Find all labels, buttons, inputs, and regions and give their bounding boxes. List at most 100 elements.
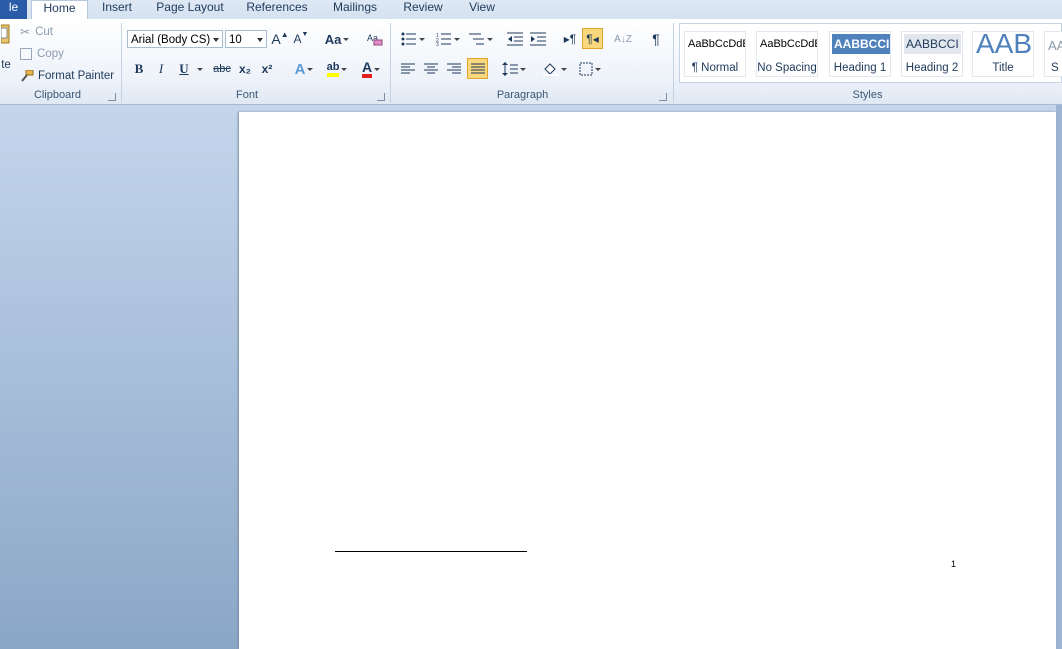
pilcrow-icon: ¶ [652, 31, 660, 47]
paragraph-launcher[interactable] [659, 93, 667, 101]
change-case-button[interactable]: Aa [322, 29, 352, 49]
paint-bucket-icon [543, 63, 559, 76]
strikethrough-button[interactable]: abc [210, 59, 234, 79]
style-heading-2[interactable]: AABBCCI Heading 2 [901, 31, 963, 77]
bold-button[interactable]: B [130, 59, 148, 79]
tab-review[interactable]: Review [397, 0, 449, 19]
right-to-left-icon: ¶◂ [586, 31, 599, 46]
numbering-icon: 123 [436, 33, 451, 46]
font-color-icon: A [361, 60, 373, 78]
style-sample: AAB [976, 31, 1033, 59]
style-name: Title [992, 62, 1014, 74]
font-launcher[interactable] [377, 93, 385, 101]
align-right-icon [447, 63, 461, 74]
sort-icon: A↓Z [614, 33, 632, 45]
svg-text:3: 3 [436, 42, 439, 46]
numbering-button[interactable]: 123 [433, 29, 463, 49]
subscript-icon: x₂ [238, 62, 251, 76]
ribbon: te ✂ Cut Copy Format Painter Clipboard A… [0, 19, 1062, 105]
cut-button[interactable]: ✂ Cut [20, 23, 53, 41]
tab-mailings[interactable]: Mailings [326, 0, 384, 19]
style-subtitle[interactable]: AA S [1044, 31, 1062, 77]
underline-icon: U [179, 61, 189, 76]
borders-icon [579, 62, 593, 76]
vertical-scroll-edge[interactable] [1056, 105, 1062, 649]
page-number: 1 [951, 559, 957, 569]
align-center-icon [424, 63, 438, 74]
style-title[interactable]: AAB Title [972, 31, 1034, 77]
borders-button[interactable] [576, 59, 604, 79]
copy-icon [20, 48, 32, 60]
tab-page-layout[interactable]: Page Layout [152, 0, 228, 19]
document-page[interactable]: 1 [239, 112, 1056, 649]
line-spacing-button[interactable] [500, 59, 528, 79]
scissors-icon: ✂ [20, 25, 31, 39]
brush-icon [21, 70, 34, 82]
superscript-icon: x² [261, 62, 273, 76]
copy-button[interactable]: Copy [20, 45, 64, 63]
ltr-button[interactable]: ▸¶ [560, 29, 580, 49]
chevron-down-icon [257, 38, 263, 42]
style-no-spacing[interactable]: AaBbCcDdE No Spacing [756, 31, 818, 77]
change-case-icon: Aa [324, 31, 342, 47]
show-marks-button[interactable]: ¶ [646, 29, 666, 49]
style-sample: AaBbCcDdE [688, 38, 746, 50]
grow-font-button[interactable]: A ▲ [271, 29, 289, 49]
ribbon-tabs: le Home Insert Page Layout References Ma… [0, 0, 1062, 20]
grow-font-icon: A [271, 31, 281, 47]
style-name: No Spacing [757, 62, 817, 74]
align-center-button[interactable] [421, 59, 441, 79]
footnote-separator [335, 551, 527, 552]
paste-button[interactable]: te [0, 23, 12, 83]
clear-formatting-button[interactable]: Aa [364, 29, 386, 49]
bullets-button[interactable] [398, 29, 428, 49]
decrease-indent-button[interactable] [505, 29, 525, 49]
font-name-dropdown[interactable]: Arial (Body CS) [127, 30, 223, 48]
increase-indent-icon [530, 32, 546, 46]
tab-home[interactable]: Home [31, 0, 88, 20]
style-sample: AABBCCI [904, 34, 961, 54]
superscript-button[interactable]: x² [258, 59, 276, 79]
style-heading-1[interactable]: AABBCCI Heading 1 [829, 31, 891, 77]
bold-icon: B [134, 61, 144, 76]
font-size-dropdown[interactable]: 10 [225, 30, 267, 48]
style-sample: AABBCCI [832, 34, 890, 54]
justify-button[interactable] [467, 58, 488, 79]
shrink-font-button[interactable]: A ▼ [292, 29, 310, 49]
rtl-button[interactable]: ¶◂ [582, 28, 603, 49]
font-color-button[interactable]: A [356, 59, 386, 79]
increase-indent-button[interactable] [528, 29, 548, 49]
align-right-button[interactable] [444, 59, 464, 79]
shrink-font-icon: A [293, 32, 302, 46]
tab-references[interactable]: References [242, 0, 312, 19]
justify-icon [470, 63, 485, 73]
left-to-right-icon: ▸¶ [563, 32, 577, 46]
text-effects-button[interactable]: A [290, 59, 318, 79]
align-left-button[interactable] [398, 59, 418, 79]
tab-file[interactable]: le [0, 0, 27, 19]
highlight-button[interactable]: ab [322, 59, 352, 79]
decrease-indent-icon [507, 32, 523, 46]
chevron-down-icon [213, 38, 219, 42]
subscript-button[interactable]: x₂ [236, 59, 254, 79]
sort-button[interactable]: A↓Z [613, 29, 633, 49]
italic-button[interactable]: I [152, 59, 170, 79]
paste-icon [1, 24, 10, 44]
bullets-icon [401, 32, 416, 46]
align-left-icon [401, 63, 415, 74]
cut-label: Cut [35, 26, 53, 38]
font-name-value: Arial (Body CS) [131, 34, 211, 46]
multilevel-list-button[interactable] [467, 29, 495, 49]
underline-button[interactable]: U [176, 59, 206, 79]
tab-insert[interactable]: Insert [95, 0, 139, 19]
format-painter-label: Format Painter [38, 70, 115, 82]
style-sample: AA [1048, 38, 1062, 53]
shading-button[interactable] [540, 59, 570, 79]
format-painter-button[interactable]: Format Painter [20, 67, 114, 85]
clear-formatting-icon: Aa [367, 33, 383, 46]
tab-view[interactable]: View [462, 0, 502, 19]
style-normal[interactable]: AaBbCcDdE ¶ Normal [684, 31, 746, 77]
font-size-value: 10 [229, 34, 242, 46]
clipboard-launcher[interactable] [108, 93, 116, 101]
strikethrough-icon: abc [213, 63, 231, 75]
